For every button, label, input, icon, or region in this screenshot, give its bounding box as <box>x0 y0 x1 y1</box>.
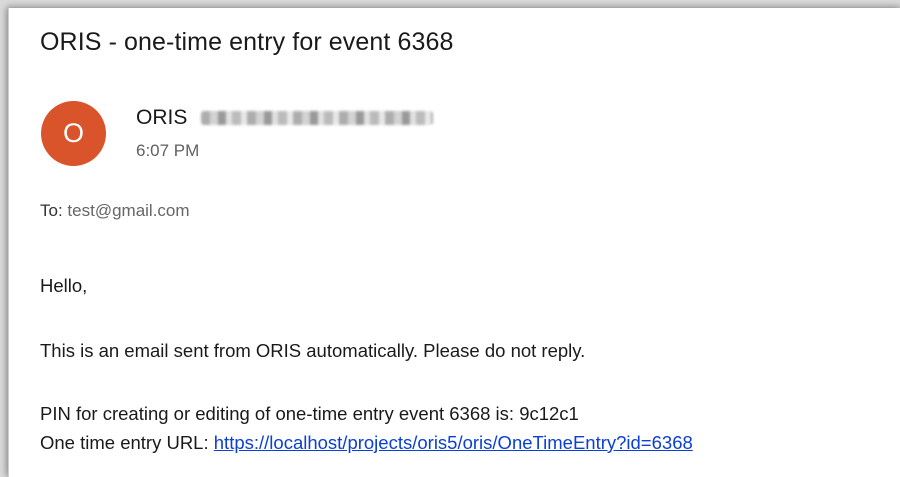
recipient-line: To: test@gmail.com <box>40 201 190 221</box>
sender-name[interactable]: ORIS <box>136 106 187 130</box>
email-subject: ORIS - one-time entry for event 6368 <box>40 28 454 56</box>
to-label: To: <box>40 201 63 220</box>
sender-email-redacted <box>201 111 434 125</box>
recipient-address[interactable]: test@gmail.com <box>67 201 189 220</box>
url-label: One time entry URL: <box>40 432 209 453</box>
one-time-entry-link[interactable]: https://localhost/projects/oris5/oris/On… <box>214 432 693 453</box>
pin-line: PIN for creating or editing of one-time … <box>40 403 579 424</box>
email-greeting: Hello, <box>40 275 88 296</box>
sent-time: 6:07 PM <box>136 141 200 160</box>
sender-avatar[interactable]: O <box>41 101 106 166</box>
url-line: One time entry URL: https://localhost/pr… <box>40 432 693 454</box>
email-reading-pane: ORIS - one-time entry for event 6368 O O… <box>8 8 900 477</box>
email-notice: This is an email sent from ORIS automati… <box>40 340 586 361</box>
sender-row: ORIS <box>136 106 434 130</box>
